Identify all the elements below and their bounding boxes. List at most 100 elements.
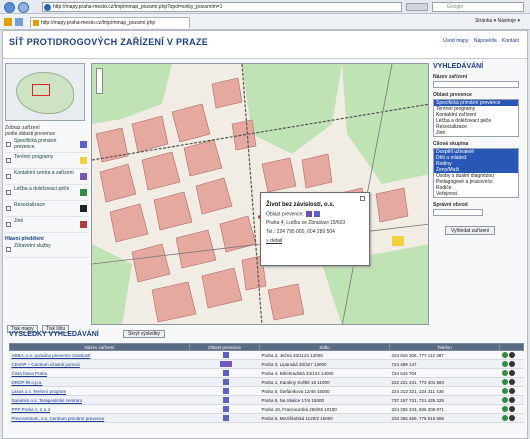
results-title: VÝSLEDKY VYHLEDÁVÁNÍ	[9, 331, 99, 338]
column-header[interactable]: Sídlo	[259, 343, 390, 351]
table-row: Laxus o.s. Terénní program Praha 5, Štefá…	[9, 386, 524, 396]
legend-checkbox[interactable]	[6, 206, 11, 211]
detail-icon[interactable]	[508, 369, 515, 376]
url-field[interactable]: http://mapy.praha-mesto.cz/tmp/mmap_poza…	[42, 2, 402, 12]
search-title: VYHLEDÁVÁNÍ	[433, 63, 484, 70]
browser-tab-bar: http://mapy.praha-mesto.cz/tmp/mmap_poza…	[0, 14, 530, 30]
detail-icon[interactable]	[508, 414, 515, 421]
name-label: Název zařízení	[433, 74, 468, 80]
target-label: Cílová skupina	[433, 141, 469, 147]
browser-tab[interactable]: http://mapy.praha-mesto.cz/tmp/mmap_poza…	[30, 17, 190, 28]
district-select[interactable]	[433, 209, 483, 216]
phone-cell: 224 313 321, 224 311 438	[389, 386, 500, 396]
browser-search-input[interactable]: Google	[432, 2, 524, 12]
detail-icon[interactable]	[508, 387, 515, 394]
table-row: PPP Praha 1, 2 a 4 Praha 10, Francouzská …	[9, 404, 524, 414]
globe-icon	[44, 4, 51, 11]
favorites-star-icon[interactable]	[4, 18, 12, 26]
forward-button[interactable]	[18, 2, 29, 13]
address-cell: Praha 6, Meziškolská 1120/2 16000	[259, 413, 390, 423]
table-row: ABBA, o.s. poradna prevence závislostí Pr…	[9, 350, 524, 360]
list-item[interactable]: Veřejnost	[434, 191, 518, 197]
category-icon	[222, 378, 229, 385]
list-item[interactable]: Jiné	[434, 130, 518, 136]
area-label: Oblast prevence	[433, 92, 472, 98]
browser-toolbar-right[interactable]: Stránka ▾ Nástroje ▾	[475, 18, 520, 24]
legend-checkbox[interactable]	[6, 174, 11, 179]
popup-phone: Tel.: 224 795 000, 604 289 504	[266, 229, 335, 236]
show-on-map-icon[interactable]	[501, 414, 508, 421]
detail-icon[interactable]	[508, 378, 515, 385]
left-panel: Zobraz zařízení podle oblasti prevence S…	[5, 63, 89, 333]
legend-checkbox[interactable]	[6, 222, 11, 227]
category-icon	[225, 360, 232, 367]
filter-heading: Zobraz zařízení podle oblasti prevence	[5, 125, 56, 137]
facility-link[interactable]: Sananim o.s. Terapeutické centrum	[12, 398, 82, 403]
map-view[interactable]: Život bez závislostí, o.s. Oblast preven…	[91, 63, 429, 325]
facility-link[interactable]: DROP IN o.p.s.	[12, 380, 43, 385]
zoom-control[interactable]	[96, 68, 103, 94]
back-button[interactable]	[4, 2, 15, 13]
show-on-map-icon[interactable]	[501, 405, 508, 412]
popup-area: Oblast prevence:	[266, 211, 364, 217]
table-row: Čistá hlava Praha Praha 4, Bělehradská 34…	[9, 368, 524, 378]
column-header[interactable]: Oblast prevence	[189, 343, 260, 351]
show-on-map-icon[interactable]	[501, 369, 508, 376]
show-on-map-icon[interactable]	[501, 396, 508, 403]
legend-checkbox[interactable]	[6, 158, 11, 163]
header-link-help[interactable]: Nápověda	[474, 38, 497, 44]
legend-swatch	[80, 173, 87, 180]
legend-item[interactable]: Kontaktní centra a zařízení	[5, 169, 89, 185]
column-header[interactable]: Název zařízení	[9, 343, 190, 351]
legend-checkbox[interactable]	[6, 142, 11, 147]
address-cell: Praha 3, Lipanská 20/327 13000	[259, 359, 390, 369]
phone-cell: 724 489 147	[389, 359, 500, 369]
add-favorite-icon[interactable]	[15, 18, 23, 26]
detail-icon[interactable]	[508, 396, 515, 403]
header-link-home[interactable]: Úvod mapy	[443, 38, 468, 44]
results-table: Název zařízení Oblast prevence Sídlo Tel…	[9, 343, 524, 423]
address-cell: Praha 4, Bělehradská 34/124 14000	[259, 368, 390, 378]
show-on-map-icon[interactable]	[501, 387, 508, 394]
header-links: Úvod mapy Nápověda Kontakt	[439, 38, 519, 44]
phone-cell: 222 221 431, 773 401 560	[389, 377, 500, 387]
show-on-map-icon[interactable]	[501, 378, 508, 385]
facility-link[interactable]: Prev-centrum, o.s. Centrum primární prev…	[12, 416, 105, 421]
header-link-contact[interactable]: Kontakt	[502, 38, 519, 44]
show-on-map-icon[interactable]	[501, 351, 508, 358]
table-row: CEVAP – Centrum včasné pomoci Praha 3, Li…	[9, 359, 524, 369]
area-listbox[interactable]: Specifická primární prevence Terénní pro…	[433, 99, 519, 137]
refresh-stop-buttons[interactable]	[406, 3, 428, 11]
column-header[interactable]: Telefon	[389, 343, 500, 351]
facility-link[interactable]: Čistá hlava Praha	[12, 371, 48, 376]
facility-link[interactable]: ABBA, o.s. poradna prevence závislostí	[12, 353, 91, 358]
legend-item[interactable]: Jiné	[5, 217, 89, 233]
target-listbox[interactable]: Dospělí uživatelé Děti a mládež Rodiny Ž…	[433, 148, 519, 198]
show-on-map-icon[interactable]	[501, 360, 508, 367]
facility-link[interactable]: CEVAP – Centrum včasné pomoci	[12, 362, 80, 367]
legend-checkbox[interactable]	[6, 247, 11, 252]
legend-swatch	[80, 141, 87, 148]
detail-icon[interactable]	[508, 405, 515, 412]
detail-icon[interactable]	[508, 360, 515, 367]
facility-link[interactable]: PPP Praha 1, 2 a 4	[12, 407, 50, 412]
category-icon	[305, 211, 312, 217]
legend-item[interactable]: Terénní programy	[5, 153, 89, 169]
page-header: SÍŤ PROTIDROGOVÝCH ZAŘÍZENÍ V PRAZE Úvod…	[3, 31, 527, 59]
table-row: DROP IN o.p.s. Praha 1, Karoliny Světlé 1…	[9, 377, 524, 387]
legend-item[interactable]: Léčba a doléčovací péče	[5, 185, 89, 201]
facility-link[interactable]: Laxus o.s. Terénní program	[12, 389, 67, 394]
legend-item[interactable]: Zdravotní služby	[5, 242, 89, 258]
popup-detail-link[interactable]: » detail	[266, 238, 364, 244]
category-icon	[222, 396, 229, 403]
close-icon[interactable]	[360, 196, 365, 201]
name-input[interactable]	[433, 81, 519, 88]
legend-item[interactable]: Specifická primární prevence	[5, 137, 89, 153]
overview-minimap[interactable]	[5, 63, 85, 121]
legend-item[interactable]: Resocializace	[5, 201, 89, 217]
detail-icon[interactable]	[508, 351, 515, 358]
search-button[interactable]: Vyhledat zařízení	[445, 226, 496, 235]
hide-results-button[interactable]: Skrýt výsledky	[123, 330, 165, 338]
legend-checkbox[interactable]	[6, 190, 11, 195]
viewport-rectangle[interactable]	[32, 84, 50, 96]
